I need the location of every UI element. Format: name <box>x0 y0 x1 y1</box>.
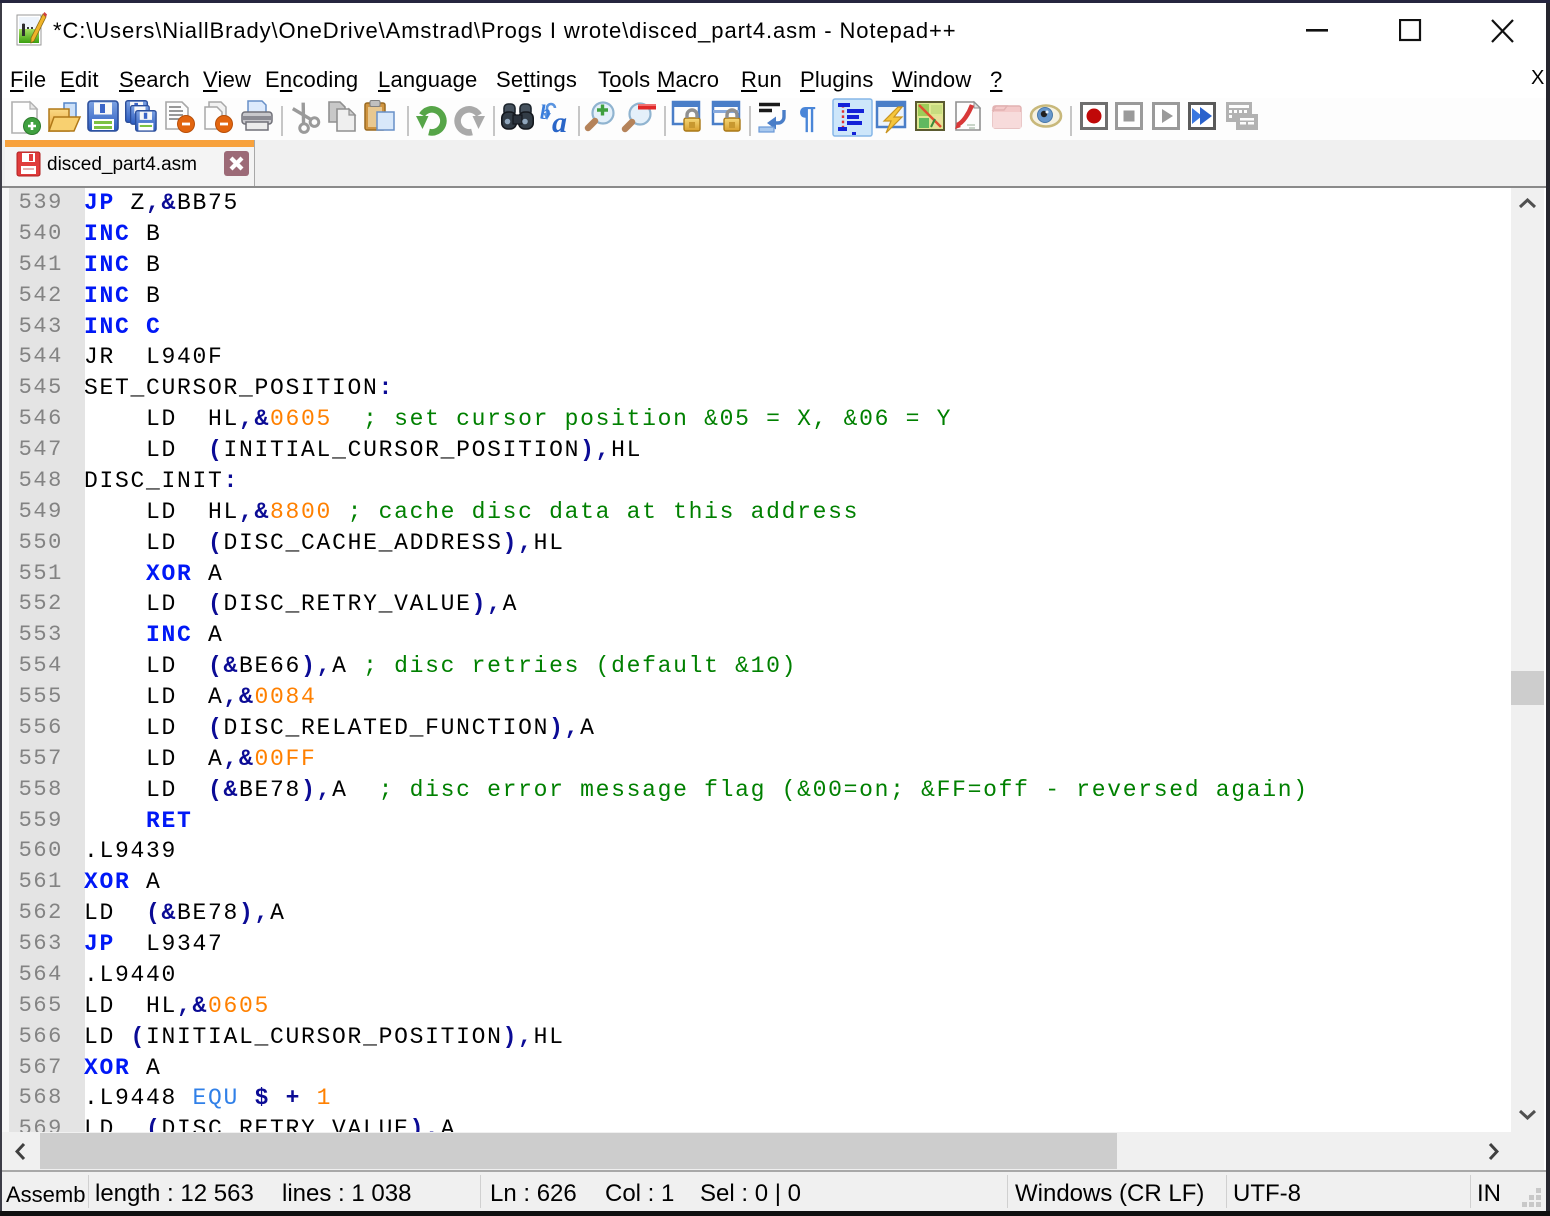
svg-text:¶: ¶ <box>799 100 816 135</box>
svg-text:b: b <box>540 100 551 124</box>
